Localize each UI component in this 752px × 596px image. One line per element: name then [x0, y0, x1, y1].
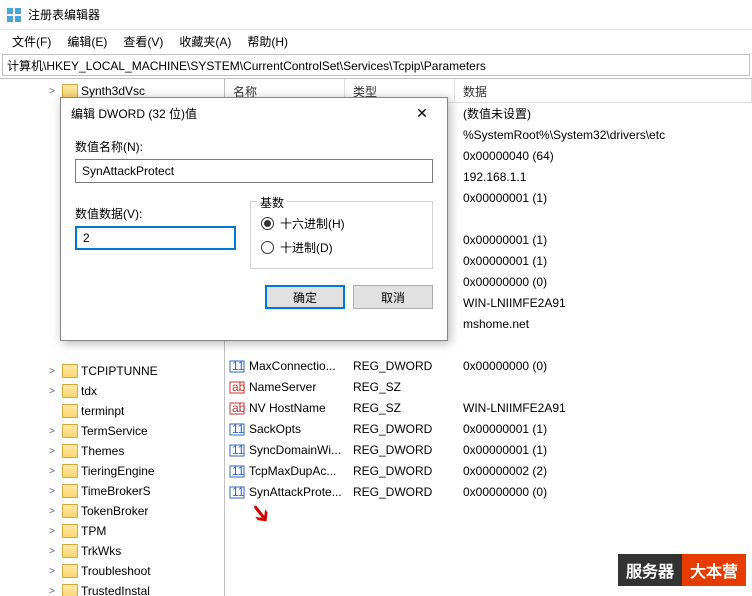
cancel-button[interactable]: 取消 — [353, 285, 433, 309]
edit-dword-dialog: 编辑 DWORD (32 位)值 ✕ 数值名称(N): 数值数据(V): 基数 … — [60, 97, 448, 341]
address-path: 计算机\HKEY_LOCAL_MACHINE\SYSTEM\CurrentCon… — [7, 57, 486, 74]
ok-button[interactable]: 确定 — [265, 285, 345, 309]
close-icon[interactable]: ✕ — [407, 99, 437, 127]
app-title: 注册表编辑器 — [28, 6, 100, 23]
menubar: 文件(F) 编辑(E) 查看(V) 收藏夹(A) 帮助(H) — [0, 30, 752, 52]
regedit-icon — [6, 7, 22, 23]
svg-text:ab: ab — [232, 380, 245, 394]
base-label: 基数 — [257, 194, 287, 211]
tree-item[interactable]: >TokenBroker — [0, 501, 224, 521]
svg-text:110: 110 — [232, 422, 245, 436]
folder-icon — [62, 444, 78, 458]
value-row[interactable]: abNV HostNameREG_SZWIN-LNIIMFE2A91 — [225, 397, 752, 418]
value-row[interactable]: 110SyncDomainWi...REG_DWORD0x00000001 (1… — [225, 439, 752, 460]
dword-value-icon: 110 — [229, 442, 245, 458]
tree-item[interactable]: >Troubleshoot — [0, 561, 224, 581]
tree-item[interactable]: >TrkWks — [0, 541, 224, 561]
value-row[interactable]: 110SackOptsREG_DWORD0x00000001 (1) — [225, 418, 752, 439]
dialog-title: 编辑 DWORD (32 位)值 — [71, 105, 197, 122]
dword-value-icon: 110 — [229, 358, 245, 374]
svg-text:110: 110 — [232, 485, 245, 499]
folder-icon — [62, 364, 78, 378]
menu-file[interactable]: 文件(F) — [4, 31, 59, 52]
tree-item[interactable]: >tdx — [0, 381, 224, 401]
menu-edit[interactable]: 编辑(E) — [59, 31, 115, 52]
folder-icon — [62, 524, 78, 538]
svg-text:ab: ab — [232, 401, 245, 415]
dialog-titlebar[interactable]: 编辑 DWORD (32 位)值 ✕ — [61, 98, 447, 128]
tree-item[interactable]: >TieringEngine — [0, 461, 224, 481]
folder-icon — [62, 84, 78, 98]
menu-fav[interactable]: 收藏夹(A) — [171, 31, 239, 52]
address-bar[interactable]: 计算机\HKEY_LOCAL_MACHINE\SYSTEM\CurrentCon… — [2, 54, 750, 76]
folder-icon — [62, 544, 78, 558]
data-label: 数值数据(V): — [75, 205, 236, 222]
folder-icon — [62, 564, 78, 578]
dword-value-icon: 110 — [229, 463, 245, 479]
watermark: 服务器 大本营 — [618, 554, 746, 586]
tree-item[interactable]: >Themes — [0, 441, 224, 461]
menu-view[interactable]: 查看(V) — [115, 31, 171, 52]
value-row[interactable]: 110TcpMaxDupAc...REG_DWORD0x00000002 (2) — [225, 460, 752, 481]
string-value-icon: ab — [229, 379, 245, 395]
radio-dec[interactable]: 十进制(D) — [261, 236, 422, 258]
radio-hex-icon — [261, 217, 274, 230]
watermark-a: 服务器 — [618, 554, 682, 586]
watermark-b: 大本营 — [682, 554, 746, 586]
svg-text:110: 110 — [232, 464, 245, 478]
name-label: 数值名称(N): — [75, 138, 433, 155]
svg-text:110: 110 — [232, 443, 245, 457]
col-data[interactable]: 数据 — [455, 79, 752, 102]
name-input[interactable] — [75, 159, 433, 183]
value-row[interactable]: 110SynAttackProte...REG_DWORD0x00000000 … — [225, 481, 752, 502]
dword-value-icon: 110 — [229, 484, 245, 500]
dialog-buttons: 确定 取消 — [61, 275, 447, 319]
folder-icon — [62, 584, 78, 596]
base-group: 基数 十六进制(H) 十进制(D) — [250, 201, 433, 269]
folder-icon — [62, 484, 78, 498]
radio-dec-icon — [261, 241, 274, 254]
radio-dec-label: 十进制(D) — [280, 239, 333, 256]
tree-item[interactable]: terminpt — [0, 401, 224, 421]
dword-value-icon: 110 — [229, 421, 245, 437]
value-row[interactable]: abNameServerREG_SZ — [225, 376, 752, 397]
folder-icon — [62, 384, 78, 398]
titlebar: 注册表编辑器 — [0, 0, 752, 30]
dialog-body: 数值名称(N): 数值数据(V): 基数 十六进制(H) 十进制(D) — [61, 128, 447, 275]
radio-hex-label: 十六进制(H) — [280, 215, 345, 232]
folder-icon — [62, 424, 78, 438]
radio-hex[interactable]: 十六进制(H) — [261, 212, 422, 234]
folder-icon — [62, 404, 78, 418]
tree-item[interactable]: >TPM — [0, 521, 224, 541]
value-row[interactable]: 110MaxConnectio...REG_DWORD0x00000000 (0… — [225, 355, 752, 376]
string-value-icon: ab — [229, 400, 245, 416]
tree-item[interactable]: >TCPIPTUNNE — [0, 361, 224, 381]
tree-item[interactable]: >TermService — [0, 421, 224, 441]
folder-icon — [62, 504, 78, 518]
menu-help[interactable]: 帮助(H) — [239, 31, 296, 52]
tree-item[interactable]: >TimeBrokerS — [0, 481, 224, 501]
data-input[interactable] — [75, 226, 236, 250]
svg-text:110: 110 — [232, 359, 245, 373]
folder-icon — [62, 464, 78, 478]
